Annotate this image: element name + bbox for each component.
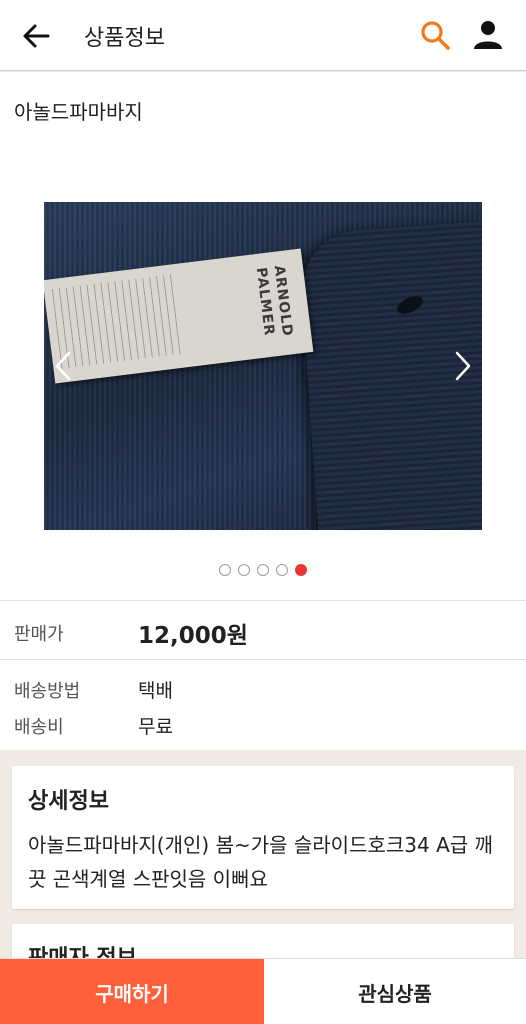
- search-icon[interactable]: [418, 18, 452, 52]
- product-section: 아놀드파마바지 ARNOLD PALMER 판매가 12,000원 배송방법 택…: [0, 72, 526, 750]
- carousel-dot-active[interactable]: [295, 564, 307, 576]
- divider: [0, 659, 526, 660]
- shipping-fee-label: 배송비: [14, 717, 64, 738]
- user-icon[interactable]: [470, 17, 506, 53]
- chevron-right-icon[interactable]: [454, 350, 472, 382]
- carousel-dot[interactable]: [219, 564, 231, 576]
- product-name: 아놀드파마바지: [14, 100, 143, 124]
- divider: [0, 600, 526, 601]
- page-title: 상품정보: [84, 26, 165, 51]
- shipping-method-value: 택배: [138, 680, 173, 702]
- chevron-left-icon[interactable]: [54, 350, 72, 382]
- carousel-dot[interactable]: [238, 564, 250, 576]
- shipping-fee-value: 무료: [138, 716, 173, 738]
- carousel-dot[interactable]: [276, 564, 288, 576]
- detail-text: 아놀드파마바지(개인) 봄~가을 슬라이드호크34 A급 깨끗 곤색계열 스판잇…: [28, 833, 493, 891]
- top-app-bar: 상품정보: [0, 0, 526, 71]
- detail-card: 상세정보 아놀드파마바지(개인) 봄~가을 슬라이드호크34 A급 깨끗 곤색계…: [12, 766, 514, 909]
- carousel-dot[interactable]: [257, 564, 269, 576]
- price-label: 판매가: [14, 624, 64, 645]
- bottom-action-bar: 구매하기 관심상품: [0, 958, 526, 1024]
- price-value: 12,000원: [138, 623, 248, 649]
- buy-button[interactable]: 구매하기: [0, 959, 264, 1024]
- shipping-method-label: 배송방법: [14, 681, 81, 702]
- product-image-carousel[interactable]: ARNOLD PALMER: [44, 202, 482, 530]
- detail-title: 상세정보: [28, 789, 109, 814]
- carousel-indicator: [219, 564, 307, 576]
- tag-brand-text: ARNOLD PALMER: [252, 264, 296, 338]
- wishlist-button[interactable]: 관심상품: [264, 959, 526, 1024]
- arrow-left-icon[interactable]: [18, 18, 54, 54]
